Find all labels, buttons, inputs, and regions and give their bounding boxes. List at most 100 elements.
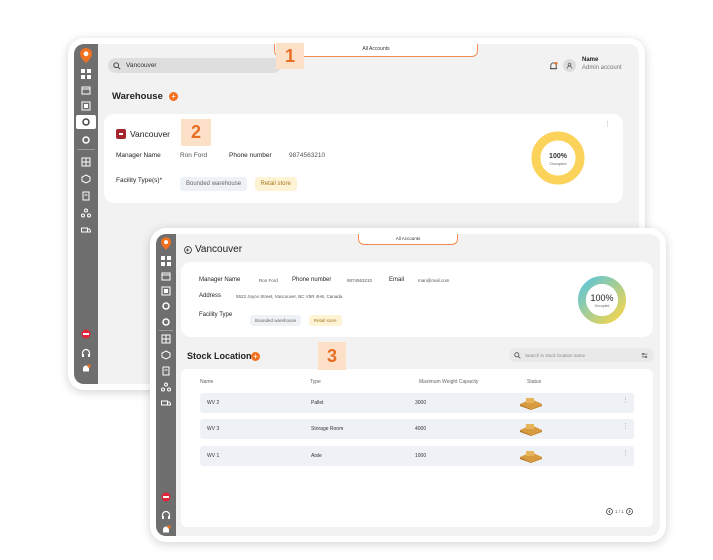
- pagination: 1 / 1: [606, 508, 633, 515]
- page-title: Warehouse: [112, 91, 163, 102]
- stock-search-placeholder: Search in stock location name: [525, 352, 586, 358]
- grid-icon[interactable]: [161, 334, 171, 344]
- bell-icon[interactable]: [81, 364, 91, 374]
- pallet-status-icon: [520, 451, 542, 463]
- next-page-icon[interactable]: [625, 508, 633, 515]
- box-icon[interactable]: [161, 271, 171, 281]
- gear-icon[interactable]: [81, 135, 91, 145]
- column-header-type: Type: [310, 379, 321, 385]
- facility-chip: Retail store: [254, 177, 297, 191]
- stock-location-title: Stock Location: [187, 351, 252, 361]
- main-content: All Accounts Vancouver Manager Name Ron …: [176, 234, 660, 536]
- search-value: Vancouver: [126, 62, 157, 69]
- flag-icon[interactable]: [81, 329, 91, 339]
- cube-icon[interactable]: [161, 350, 171, 360]
- flag-icon[interactable]: [161, 492, 171, 502]
- truck-icon[interactable]: [161, 398, 171, 408]
- occupancy-percent: 100%: [549, 153, 568, 160]
- facility-label: Facility Type: [199, 312, 233, 318]
- settings-icon[interactable]: [81, 117, 91, 127]
- tab-all-accounts[interactable]: All Accounts: [274, 44, 478, 57]
- occupancy-gauge: 100% Occupied: [531, 131, 585, 185]
- sidebar: [74, 44, 98, 384]
- headset-icon[interactable]: [161, 510, 171, 520]
- row-name: WV 3: [207, 426, 220, 432]
- sidebar: [156, 234, 176, 536]
- facility-chip: Retail store: [308, 315, 342, 326]
- brand-logo-icon: [161, 237, 171, 250]
- address-value: 5522 Joyce Street, Vancouver, BC V5R 4H6…: [236, 294, 343, 299]
- annotation-badge: 2: [181, 119, 211, 146]
- document-icon[interactable]: [81, 191, 91, 201]
- user-name: Name: [582, 57, 599, 63]
- page-indicator: 1 / 1: [615, 509, 624, 514]
- warehouse-icon: [116, 129, 126, 139]
- back-arrow-icon[interactable]: [184, 246, 192, 254]
- bell-icon[interactable]: [161, 525, 171, 535]
- more-options-icon[interactable]: ⋮: [604, 120, 611, 128]
- row-capacity: 4000: [415, 426, 427, 432]
- truck-icon[interactable]: [81, 225, 91, 235]
- annotation-badge: 1: [276, 43, 304, 69]
- search-icon: [514, 351, 521, 359]
- pallet-status-icon: [520, 424, 542, 436]
- occupancy-label: Occupied: [550, 161, 567, 166]
- network-icon[interactable]: [81, 208, 91, 218]
- row-capacity: 1000: [415, 453, 427, 459]
- manager-value: Ron Ford: [259, 278, 278, 283]
- manager-label: Manager Name: [199, 277, 241, 283]
- gear-icon[interactable]: [161, 317, 171, 327]
- warehouse-name: Vancouver: [130, 129, 171, 139]
- prev-page-icon[interactable]: [606, 508, 613, 515]
- email-value: man@mail.com: [418, 278, 450, 283]
- facility-chip: Bounded warehouse: [250, 315, 302, 326]
- facility-chip: Bounded warehouse: [180, 177, 248, 191]
- row-name: WV 1: [207, 453, 220, 459]
- row-more-options-icon[interactable]: ⋮: [622, 449, 629, 457]
- tab-all-accounts[interactable]: All Accounts: [358, 234, 458, 245]
- brand-logo-icon: [80, 48, 92, 63]
- column-header-capacity: Maximum Weight Capacity: [419, 379, 479, 385]
- search-icon: [113, 61, 121, 70]
- settings-icon[interactable]: [161, 301, 171, 311]
- add-stock-location-icon[interactable]: +: [251, 352, 260, 361]
- phone-value: 9874563210: [289, 152, 326, 159]
- column-header-name: Name: [200, 379, 214, 385]
- row-more-options-icon[interactable]: ⋮: [622, 396, 629, 404]
- email-label: Email: [389, 277, 405, 283]
- headset-icon[interactable]: [81, 348, 91, 358]
- avatar[interactable]: [563, 59, 576, 72]
- column-header-status: Status: [527, 379, 542, 385]
- occupancy-gauge: 100% Occupied: [578, 276, 626, 324]
- network-icon[interactable]: [161, 382, 171, 392]
- address-label: Address: [199, 293, 222, 299]
- building-icon[interactable]: [161, 286, 171, 296]
- table-row[interactable]: WV 2 Pallet 3000 ⋮: [200, 393, 634, 413]
- add-warehouse-icon[interactable]: +: [169, 92, 178, 101]
- phone-label: Phone number: [292, 277, 332, 283]
- table-row[interactable]: WV 1 Aisle 1000 ⋮: [200, 446, 634, 466]
- row-type: Storage Room: [311, 426, 344, 432]
- stock-search-input[interactable]: Search in stock location name: [509, 348, 654, 362]
- row-more-options-icon[interactable]: ⋮: [622, 422, 629, 430]
- box-icon[interactable]: [81, 85, 91, 95]
- grid-icon[interactable]: [81, 157, 91, 167]
- search-input[interactable]: Vancouver: [108, 58, 281, 73]
- building-icon[interactable]: [81, 101, 91, 111]
- filter-icon[interactable]: [641, 352, 648, 359]
- notification-bell-icon[interactable]: [549, 61, 558, 71]
- manager-value: Ron Ford: [180, 152, 208, 159]
- dashboard-icon[interactable]: [161, 256, 171, 266]
- stock-location-table: Name Type Maximum Weight Capacity Status…: [181, 369, 653, 527]
- occupancy-label: Occupied: [595, 304, 610, 308]
- manager-label: Manager Name: [116, 152, 161, 159]
- row-name: WV 2: [207, 400, 220, 406]
- table-row[interactable]: WV 3 Storage Room 4000 ⋮: [200, 419, 634, 439]
- dashboard-icon[interactable]: [81, 69, 91, 79]
- document-icon[interactable]: [161, 366, 171, 376]
- cube-icon[interactable]: [81, 174, 91, 184]
- annotation-badge: 3: [318, 342, 346, 370]
- facility-label: Facility Type(s)*: [116, 177, 163, 184]
- phone-label: Phone number: [229, 152, 272, 159]
- phone-value: 9874563210: [347, 278, 373, 283]
